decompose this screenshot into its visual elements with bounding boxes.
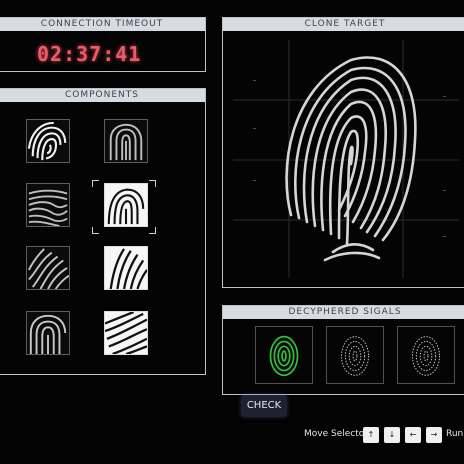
component-tile-1[interactable] (26, 119, 70, 163)
component-tile-8[interactable] (104, 311, 148, 355)
arrow-up-key[interactable]: ↑ (363, 427, 379, 443)
fingerprint-fragment-icon (105, 120, 147, 162)
components-panel: COMPONENTS (0, 88, 206, 375)
connection-timeout-panel: CONNECTION TIMEOUT 02:37:41 (0, 17, 206, 72)
clone-target-title: CLONE TARGET (223, 18, 464, 31)
connection-timeout-title: CONNECTION TIMEOUT (0, 18, 205, 31)
fingerprint-fragment-icon (27, 120, 69, 162)
arrow-left-key[interactable]: ← (405, 427, 421, 443)
fingerprint-pending-icon (341, 336, 369, 376)
clone-target-panel: CLONE TARGET (222, 17, 464, 288)
fingerprint-fragment-icon (105, 247, 147, 289)
signal-slot-1 (255, 326, 313, 384)
arrow-right-key[interactable]: → (426, 427, 442, 443)
component-tile-7[interactable] (26, 311, 70, 355)
components-title: COMPONENTS (0, 89, 205, 102)
check-button[interactable]: CHECK (241, 395, 287, 417)
fingerprint-matched-icon (269, 335, 299, 377)
decyphered-signals-panel: DECYPHERED SIGALS (222, 305, 464, 395)
component-tile-5[interactable] (26, 246, 70, 290)
signal-slot-3 (397, 326, 455, 384)
timeout-timer: 02:37:41 (37, 42, 142, 66)
fingerprint-fragment-icon (27, 312, 69, 354)
signal-slot-2 (326, 326, 384, 384)
component-selector[interactable] (92, 180, 156, 234)
move-selector-label: Move Selector (304, 429, 368, 439)
fingerprint-fragment-icon (105, 312, 147, 354)
decyphered-signals-title: DECYPHERED SIGALS (223, 306, 464, 319)
fingerprint-fragment-icon (27, 247, 69, 289)
component-tile-3[interactable] (26, 183, 70, 227)
component-tile-6[interactable] (104, 246, 148, 290)
arrow-down-key[interactable]: ↓ (384, 427, 400, 443)
fingerprint-fragment-icon (27, 184, 69, 226)
fingerprint-pending-icon (412, 336, 440, 376)
target-fingerprint-icon (233, 40, 459, 278)
run-label: Run (446, 429, 464, 439)
component-tile-2[interactable] (104, 119, 148, 163)
